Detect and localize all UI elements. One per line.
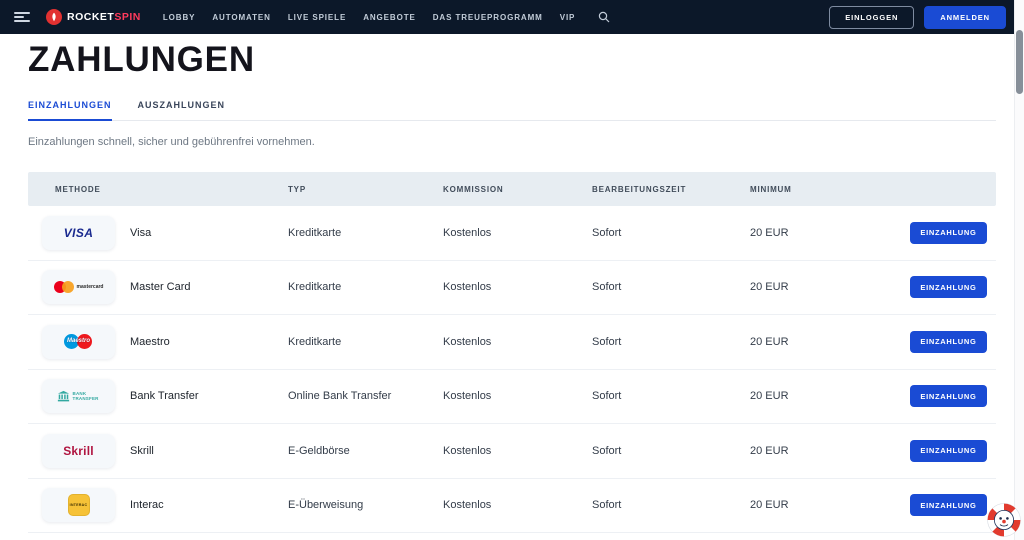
method-minimum: 20 EUR <box>750 390 892 402</box>
column-header-kommission: KOMMISSION <box>443 185 592 194</box>
page-title: ZAHLUNGEN <box>28 40 996 80</box>
signup-button[interactable]: ANMELDEN <box>924 6 1006 29</box>
menu-icon[interactable] <box>14 12 30 22</box>
tab-einzahlungen[interactable]: EINZAHLUNGEN <box>28 100 112 121</box>
scrollbar-track <box>1014 0 1024 540</box>
method-kommission: Kostenlos <box>443 281 592 293</box>
nav-item-live-spiele[interactable]: LIVE SPIELE <box>288 13 346 22</box>
scrollbar-thumb[interactable] <box>1016 30 1023 94</box>
method-kommission: Kostenlos <box>443 499 592 511</box>
nav-item-treueprogramm[interactable]: DAS TREUEPROGRAMM <box>433 13 543 22</box>
deposit-button-visa[interactable]: EINZAHLUNG <box>910 222 987 244</box>
nav-item-lobby[interactable]: LOBBY <box>163 13 196 22</box>
deposit-button-bank-transfer[interactable]: EINZAHLUNG <box>910 385 987 407</box>
interac-logo: INTERAC <box>42 488 115 522</box>
table-row-mastercard: mastercard Master Card Kreditkarte Koste… <box>28 261 996 316</box>
table-row-maestro: Maestro Maestro Kreditkarte Kostenlos So… <box>28 315 996 370</box>
auth-actions: EINLOGGEN ANMELDEN <box>829 6 1006 29</box>
method-typ: Kreditkarte <box>288 227 443 239</box>
method-name: Skrill <box>130 445 288 457</box>
method-name: Visa <box>130 227 288 239</box>
search-icon[interactable] <box>598 11 610 23</box>
table-row-visa: VISA Visa Kreditkarte Kostenlos Sofort 2… <box>28 206 996 261</box>
login-button[interactable]: EINLOGGEN <box>829 6 914 29</box>
deposit-button-interac[interactable]: EINZAHLUNG <box>910 494 987 516</box>
table-row-bank-transfer: BANK TRANSFER Bank Transfer Online Bank … <box>28 370 996 425</box>
payments-page: ZAHLUNGEN EINZAHLUNGEN AUSZAHLUNGEN Einz… <box>0 40 1024 533</box>
method-name: Interac <box>130 499 288 511</box>
method-minimum: 20 EUR <box>750 336 892 348</box>
method-zeit: Sofort <box>592 281 750 293</box>
payment-methods-table: METHODE TYP KOMMISSION BEARBEITUNGSZEIT … <box>28 172 996 533</box>
method-typ: Kreditkarte <box>288 281 443 293</box>
bank-transfer-logo: BANK TRANSFER <box>42 379 115 413</box>
method-minimum: 20 EUR <box>750 499 892 511</box>
method-zeit: Sofort <box>592 336 750 348</box>
skrill-logo: Skrill <box>42 434 115 468</box>
page-description: Einzahlungen schnell, sicher und gebühre… <box>28 136 996 148</box>
nav-item-automaten[interactable]: AUTOMATEN <box>212 13 270 22</box>
column-header-minimum: MINIMUM <box>750 185 892 194</box>
method-typ: Online Bank Transfer <box>288 390 443 402</box>
column-header-bearbeitungszeit: BEARBEITUNGSZEIT <box>592 185 750 194</box>
method-name: Master Card <box>130 281 288 293</box>
rocket-icon <box>46 9 62 25</box>
method-zeit: Sofort <box>592 390 750 402</box>
rocketspin-logo[interactable]: ROCKETSPIN <box>46 9 141 25</box>
nav-item-vip[interactable]: VIP <box>560 13 576 22</box>
column-header-typ: TYP <box>288 185 443 194</box>
payments-tabs: EINZAHLUNGEN AUSZAHLUNGEN <box>28 100 996 121</box>
main-nav: LOBBY AUTOMATEN LIVE SPIELE ANGEBOTE DAS… <box>163 11 610 23</box>
method-kommission: Kostenlos <box>443 336 592 348</box>
table-row-skrill: Skrill Skrill E-Geldbörse Kostenlos Sofo… <box>28 424 996 479</box>
support-chat-widget[interactable] <box>987 503 1021 537</box>
deposit-button-skrill[interactable]: EINZAHLUNG <box>910 440 987 462</box>
top-navigation-bar: ROCKETSPIN LOBBY AUTOMATEN LIVE SPIELE A… <box>0 0 1024 34</box>
visa-logo: VISA <box>42 216 115 250</box>
method-typ: Kreditkarte <box>288 336 443 348</box>
nav-item-angebote[interactable]: ANGEBOTE <box>363 13 416 22</box>
tab-auszahlungen[interactable]: AUSZAHLUNGEN <box>138 100 226 120</box>
mastercard-logo: mastercard <box>42 270 115 304</box>
mastercard-circles-icon <box>54 281 74 293</box>
table-row-interac: INTERAC Interac E-Überweisung Kostenlos … <box>28 479 996 534</box>
method-minimum: 20 EUR <box>750 281 892 293</box>
method-kommission: Kostenlos <box>443 445 592 457</box>
method-zeit: Sofort <box>592 227 750 239</box>
bank-icon <box>57 390 70 403</box>
logo-text: ROCKETSPIN <box>67 11 141 23</box>
maestro-logo: Maestro <box>42 325 115 359</box>
interac-badge-icon: INTERAC <box>68 494 90 516</box>
method-typ: E-Geldbörse <box>288 445 443 457</box>
method-minimum: 20 EUR <box>750 227 892 239</box>
method-name: Maestro <box>130 336 288 348</box>
method-minimum: 20 EUR <box>750 445 892 457</box>
method-kommission: Kostenlos <box>443 390 592 402</box>
method-zeit: Sofort <box>592 499 750 511</box>
table-header-row: METHODE TYP KOMMISSION BEARBEITUNGSZEIT … <box>28 172 996 206</box>
column-header-methode: METHODE <box>28 185 288 194</box>
method-typ: E-Überweisung <box>288 499 443 511</box>
method-kommission: Kostenlos <box>443 227 592 239</box>
deposit-button-maestro[interactable]: EINZAHLUNG <box>910 331 987 353</box>
method-name: Bank Transfer <box>130 390 288 402</box>
deposit-button-mastercard[interactable]: EINZAHLUNG <box>910 276 987 298</box>
maestro-circles-icon: Maestro <box>64 333 94 350</box>
clown-face-icon <box>987 503 1021 537</box>
method-zeit: Sofort <box>592 445 750 457</box>
